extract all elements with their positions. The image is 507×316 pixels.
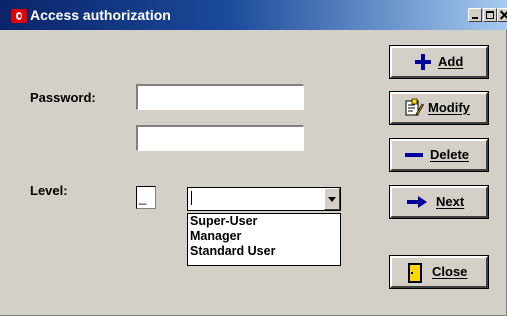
password-label: Password: [30, 90, 96, 105]
delete-button[interactable]: Delete [389, 138, 489, 172]
app-icon [11, 9, 27, 23]
window-title: Access authorization [30, 7, 171, 23]
level-dropdown-list: Super-User Manager Standard User [187, 213, 341, 266]
text-caret [191, 191, 192, 205]
dropdown-option-super-user[interactable]: Super-User [188, 214, 340, 229]
minus-icon [405, 153, 423, 157]
edit-document-icon [405, 98, 424, 116]
next-button-label: Next [436, 194, 465, 209]
add-button-label: Add [438, 54, 464, 69]
exit-door-icon [408, 263, 422, 283]
close-button-label: Close [432, 264, 468, 279]
level-combobox[interactable] [187, 187, 341, 211]
password-input[interactable] [136, 84, 304, 110]
dropdown-option-manager[interactable]: Manager [188, 229, 340, 244]
maximize-button[interactable] [483, 8, 497, 22]
dropdown-option-standard-user[interactable]: Standard User [188, 244, 340, 259]
modify-button[interactable]: Modify [389, 91, 489, 125]
plus-icon [415, 54, 431, 70]
next-button[interactable]: Next [389, 185, 489, 219]
level-label: Level: [30, 183, 68, 198]
minimize-button[interactable] [468, 8, 482, 22]
modify-button-label: Modify [428, 100, 470, 115]
add-button[interactable]: Add [389, 45, 489, 79]
confirm-password-input[interactable] [136, 125, 304, 151]
delete-button-label: Delete [430, 147, 470, 162]
close-button[interactable]: Close [389, 255, 489, 289]
arrow-right-icon [407, 196, 427, 208]
level-number-value: _ [139, 190, 147, 205]
chevron-down-icon[interactable] [324, 188, 340, 210]
access-authorization-window: Access authorization Password: Level: _ … [0, 0, 507, 316]
level-number-field[interactable]: _ [136, 186, 156, 209]
title-bar[interactable]: Access authorization [0, 0, 507, 30]
close-window-button[interactable] [497, 8, 507, 22]
